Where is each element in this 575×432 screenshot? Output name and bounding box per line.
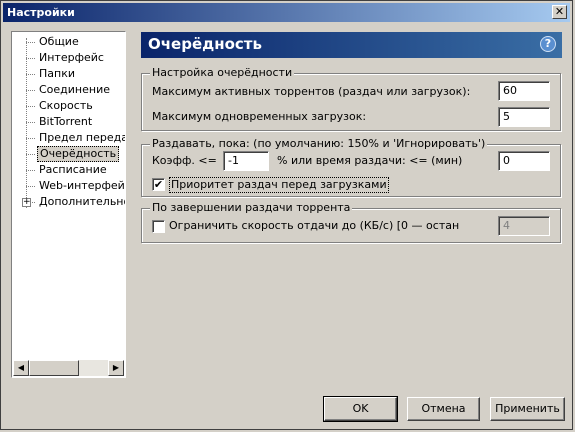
horizontal-scrollbar[interactable]: ◀ ▶ bbox=[13, 360, 124, 376]
apply-button[interactable]: Применить bbox=[490, 397, 565, 421]
limit-upload-checkbox[interactable] bbox=[152, 220, 165, 233]
max-downloads-input[interactable]: 5 bbox=[498, 107, 550, 127]
page-title: Очерёдность bbox=[148, 35, 262, 53]
sidebar-item-label: Скорость bbox=[39, 99, 93, 112]
tree-branch-line bbox=[26, 106, 35, 107]
seed-time-input[interactable]: 0 bbox=[498, 151, 550, 171]
close-button[interactable]: ✕ bbox=[552, 5, 567, 19]
page-header: Очерёдность ? bbox=[141, 32, 562, 58]
max-active-label: Максимум активных торрентов (раздач или … bbox=[152, 85, 471, 98]
ratio-label: Коэфф. <= bbox=[152, 154, 217, 167]
help-icon[interactable]: ? bbox=[540, 36, 556, 52]
ok-button[interactable]: OK bbox=[323, 396, 398, 422]
sidebar-item-label: Интерфейс bbox=[39, 51, 104, 64]
group-title: Раздавать, пока: (по умолчанию: 150% и '… bbox=[150, 137, 488, 151]
priority-checkbox[interactable]: ✔ bbox=[152, 178, 165, 191]
window-title: Настройки bbox=[7, 6, 75, 19]
sidebar-item-label: Папки bbox=[39, 67, 75, 80]
settings-tree: Общие Интерфейс Папки Соединение Скорость Bit… bbox=[11, 31, 126, 378]
group-title: Настройка очерёдности bbox=[150, 66, 295, 80]
sidebar-item-label: Web-интерфейс bbox=[39, 179, 126, 192]
group-title: По завершении раздачи торрента bbox=[150, 201, 353, 215]
scroll-left-icon[interactable]: ◀ bbox=[13, 360, 29, 376]
sidebar-item-label: Соединение bbox=[39, 83, 111, 96]
max-active-input[interactable]: 60 bbox=[498, 81, 550, 101]
limit-upload-label[interactable]: Ограничить скорость отдачи до (КБ/с) [0 … bbox=[169, 219, 459, 233]
tree-branch-line bbox=[26, 122, 35, 123]
sidebar-item-label: Очерёдность bbox=[37, 146, 120, 162]
sidebar-item-label: Дополнительно bbox=[39, 195, 126, 208]
expand-plus-icon[interactable]: + bbox=[22, 198, 31, 207]
cancel-button[interactable]: Отмена bbox=[407, 397, 480, 421]
max-downloads-label: Максимум одновременных загрузок: bbox=[152, 110, 367, 123]
tree-branch-line bbox=[26, 170, 35, 171]
tree-branch-line bbox=[26, 90, 35, 91]
seed-time-label: % или время раздачи: <= (мин) bbox=[277, 154, 463, 167]
tree-branch-line bbox=[26, 74, 35, 75]
ratio-input[interactable]: -1 bbox=[223, 151, 269, 171]
tree-guide-line bbox=[26, 38, 27, 208]
tree-branch-line bbox=[26, 42, 35, 43]
settings-window: Настройки ✕ Общие Интерфейс Папки Соединени… bbox=[0, 0, 573, 430]
sidebar-item-label: Расписание bbox=[39, 163, 107, 176]
title-bar[interactable]: Настройки ✕ bbox=[3, 3, 570, 22]
sidebar-item-label: BitTorrent bbox=[39, 115, 93, 128]
tree-branch-line bbox=[26, 186, 35, 187]
tree-branch-line bbox=[26, 138, 35, 139]
priority-label[interactable]: Приоритет раздач перед загрузками bbox=[169, 177, 389, 193]
tree-branch-line bbox=[26, 154, 35, 155]
tree-branch-line bbox=[26, 58, 35, 59]
scroll-thumb[interactable] bbox=[29, 360, 79, 376]
limit-upload-input[interactable]: 4 bbox=[498, 216, 550, 236]
scroll-right-icon[interactable]: ▶ bbox=[108, 360, 124, 376]
sidebar-item-label: Предел передачи bbox=[39, 131, 125, 144]
sidebar-item-label: Общие bbox=[39, 35, 79, 48]
